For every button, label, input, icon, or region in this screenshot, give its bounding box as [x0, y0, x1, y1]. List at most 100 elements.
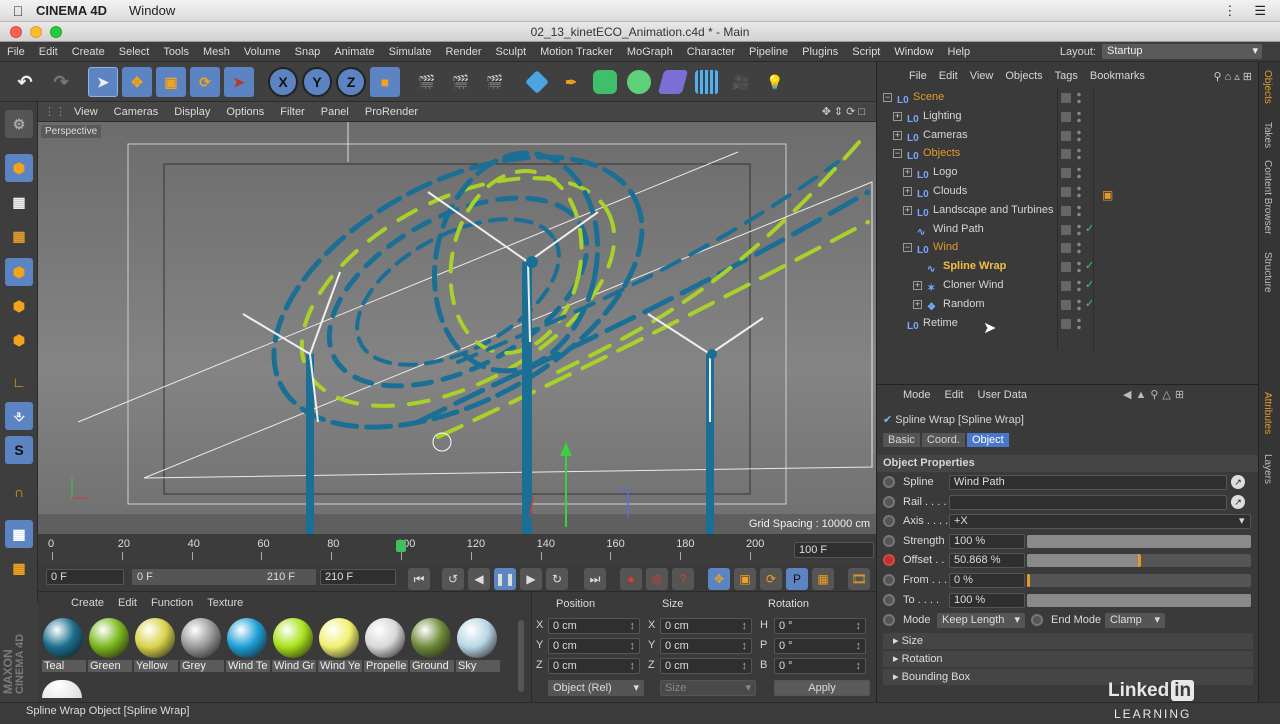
menu-window[interactable]: Window	[887, 46, 940, 58]
stepper-arrows-icon[interactable]: ↕	[742, 639, 748, 653]
viewport-menu-view[interactable]: View	[66, 106, 106, 118]
numeric-field[interactable]: 100 %	[949, 592, 1025, 608]
menu-file[interactable]: File	[0, 46, 32, 58]
stepper-arrows-icon[interactable]: ↕	[630, 619, 636, 633]
zoom-window-button[interactable]	[50, 26, 62, 38]
value-slider[interactable]	[1027, 534, 1251, 548]
material-menu-create[interactable]: Create	[64, 597, 111, 609]
make-editable-button[interactable]: ⚙	[5, 110, 33, 138]
collapse-icon[interactable]: −	[883, 93, 892, 102]
menu-pipeline[interactable]: Pipeline	[742, 46, 795, 58]
goto-start-button[interactable]: ⏮	[408, 568, 430, 590]
material-menu-texture[interactable]: Texture	[200, 597, 250, 609]
subdivision-button[interactable]	[590, 67, 620, 97]
deformer-button[interactable]	[657, 67, 689, 97]
render-visibility-dots[interactable]	[1077, 109, 1081, 124]
stepper-arrows-icon[interactable]: ↕	[630, 639, 636, 653]
enabled-check-icon[interactable]: ✓	[1085, 276, 1094, 295]
section-rotation[interactable]: ▸ Rotation	[883, 651, 1253, 667]
animation-dot[interactable]	[883, 476, 895, 488]
menu-simulate[interactable]: Simulate	[382, 46, 439, 58]
object-row[interactable]: − L0 Scene	[877, 88, 1259, 107]
key-position-button[interactable]: ✥	[708, 568, 730, 590]
mac-menu-window[interactable]: Window	[129, 3, 175, 18]
cube-button[interactable]	[522, 67, 552, 97]
key-rotation-button[interactable]: ⟳	[760, 568, 782, 590]
editor-visibility-toggle[interactable]	[1061, 205, 1071, 216]
undo-button[interactable]: ↶	[10, 67, 40, 97]
render-visibility-dots[interactable]	[1077, 241, 1081, 256]
collapse-icon[interactable]: −	[903, 243, 912, 253]
side-tab-attributes[interactable]: Attributes	[1262, 392, 1273, 434]
menu-tools[interactable]: Tools	[156, 46, 196, 58]
stepper-arrows-icon[interactable]: ↕	[630, 659, 636, 673]
planar-workplane-button[interactable]: ▦	[5, 554, 33, 582]
workplane-button[interactable]: ▦	[5, 222, 33, 250]
editor-visibility-toggle[interactable]	[1061, 318, 1071, 329]
editor-visibility-toggle[interactable]	[1061, 168, 1071, 179]
recent-tool-button[interactable]: ➤	[224, 67, 254, 97]
pick-object-icon[interactable]: ↗	[1231, 494, 1245, 509]
expand-icon[interactable]: +	[893, 130, 902, 140]
lock-workplane-button[interactable]: ▦	[5, 520, 33, 548]
animation-dot[interactable]	[883, 593, 895, 606]
expand-icon[interactable]: +	[903, 168, 912, 178]
material-swatch[interactable]: Yellow	[134, 618, 178, 672]
coords-pos-field[interactable]: 0 cm ↕	[548, 638, 640, 654]
material-scrollbar[interactable]	[518, 620, 524, 692]
tab-basic[interactable]: Basic	[883, 433, 920, 447]
render-visibility-dots[interactable]	[1077, 222, 1081, 237]
editor-visibility-toggle[interactable]	[1061, 243, 1071, 254]
numeric-field[interactable]: 100 %	[949, 533, 1025, 549]
menu-help[interactable]: Help	[941, 46, 978, 58]
more-icon[interactable]: ⋮	[1223, 3, 1236, 19]
render-visibility-dots[interactable]	[1077, 185, 1081, 199]
viewport-menu-prorender[interactable]: ProRender	[357, 106, 426, 118]
objects-menu-view[interactable]: View	[964, 70, 1000, 82]
material-ball-partial[interactable]	[42, 680, 82, 698]
menu-snap[interactable]: Snap	[288, 46, 328, 58]
numeric-field[interactable]: 0 %	[949, 573, 1025, 588]
attributes-menu-mode[interactable]: Mode	[903, 389, 931, 401]
magnet-button[interactable]: ∩	[5, 478, 33, 506]
viewport-menu-panel[interactable]: Panel	[313, 106, 357, 118]
attributes-nav-icons[interactable]: ◀▲⚲△⊞	[1123, 388, 1188, 401]
coords-apply-button[interactable]: Apply	[774, 680, 870, 696]
object-row[interactable]: + ✶ Cloner Wind ✓	[877, 276, 1259, 295]
render-visibility-dots[interactable]	[1077, 260, 1081, 275]
menu-mesh[interactable]: Mesh	[196, 46, 237, 58]
record-keys-button[interactable]: ●	[620, 568, 642, 590]
coords-size-mode-dropdown[interactable]: Size ▾	[660, 680, 756, 696]
max-frame-field[interactable]: 210 F	[320, 569, 396, 585]
goto-end-button[interactable]: ⏭	[584, 568, 606, 590]
link-field[interactable]: Wind Path	[949, 475, 1227, 490]
attributes-menu-edit[interactable]: Edit	[945, 389, 964, 401]
move-tool-button[interactable]: ✥	[122, 67, 152, 97]
axis-mode-button[interactable]: ∟	[5, 368, 33, 396]
apple-icon[interactable]: 	[0, 3, 36, 19]
animation-dot[interactable]	[883, 495, 895, 508]
objects-menu-bookmarks[interactable]: Bookmarks	[1084, 70, 1151, 82]
scale-tool-button[interactable]: ▣	[156, 67, 186, 97]
objects-menu-edit[interactable]: Edit	[933, 70, 964, 82]
end-frame-field[interactable]: 100 F	[794, 542, 874, 558]
object-row[interactable]: L0 Retime	[877, 314, 1259, 333]
attributes-menu-user-data[interactable]: User Data	[978, 389, 1028, 401]
menu-script[interactable]: Script	[845, 46, 887, 58]
material-swatch[interactable]: Wind Ye	[318, 618, 362, 672]
material-swatch[interactable]: Propelle	[364, 618, 408, 672]
viewport-menu-filter[interactable]: Filter	[272, 106, 312, 118]
mode-dropdown[interactable]: Keep Length ▾	[937, 613, 1025, 628]
enabled-check-icon[interactable]: ✓	[1085, 257, 1094, 276]
viewport-nav-icons[interactable]: ✥⇕⟳□	[822, 105, 876, 118]
texture-mode-button[interactable]: ▦	[5, 188, 33, 216]
editor-visibility-toggle[interactable]	[1061, 149, 1071, 160]
menu-select[interactable]: Select	[112, 46, 157, 58]
viewport-menu-display[interactable]: Display	[166, 106, 218, 118]
side-tab-takes[interactable]: Takes	[1262, 122, 1273, 148]
numeric-field[interactable]: 50.868 %	[949, 553, 1025, 569]
objects-menu-file[interactable]: File	[903, 70, 933, 82]
side-tab-structure[interactable]: Structure	[1262, 252, 1273, 293]
coords-rot-field[interactable]: 0 ° ↕	[774, 618, 866, 634]
coords-rot-field[interactable]: 0 ° ↕	[774, 638, 866, 654]
